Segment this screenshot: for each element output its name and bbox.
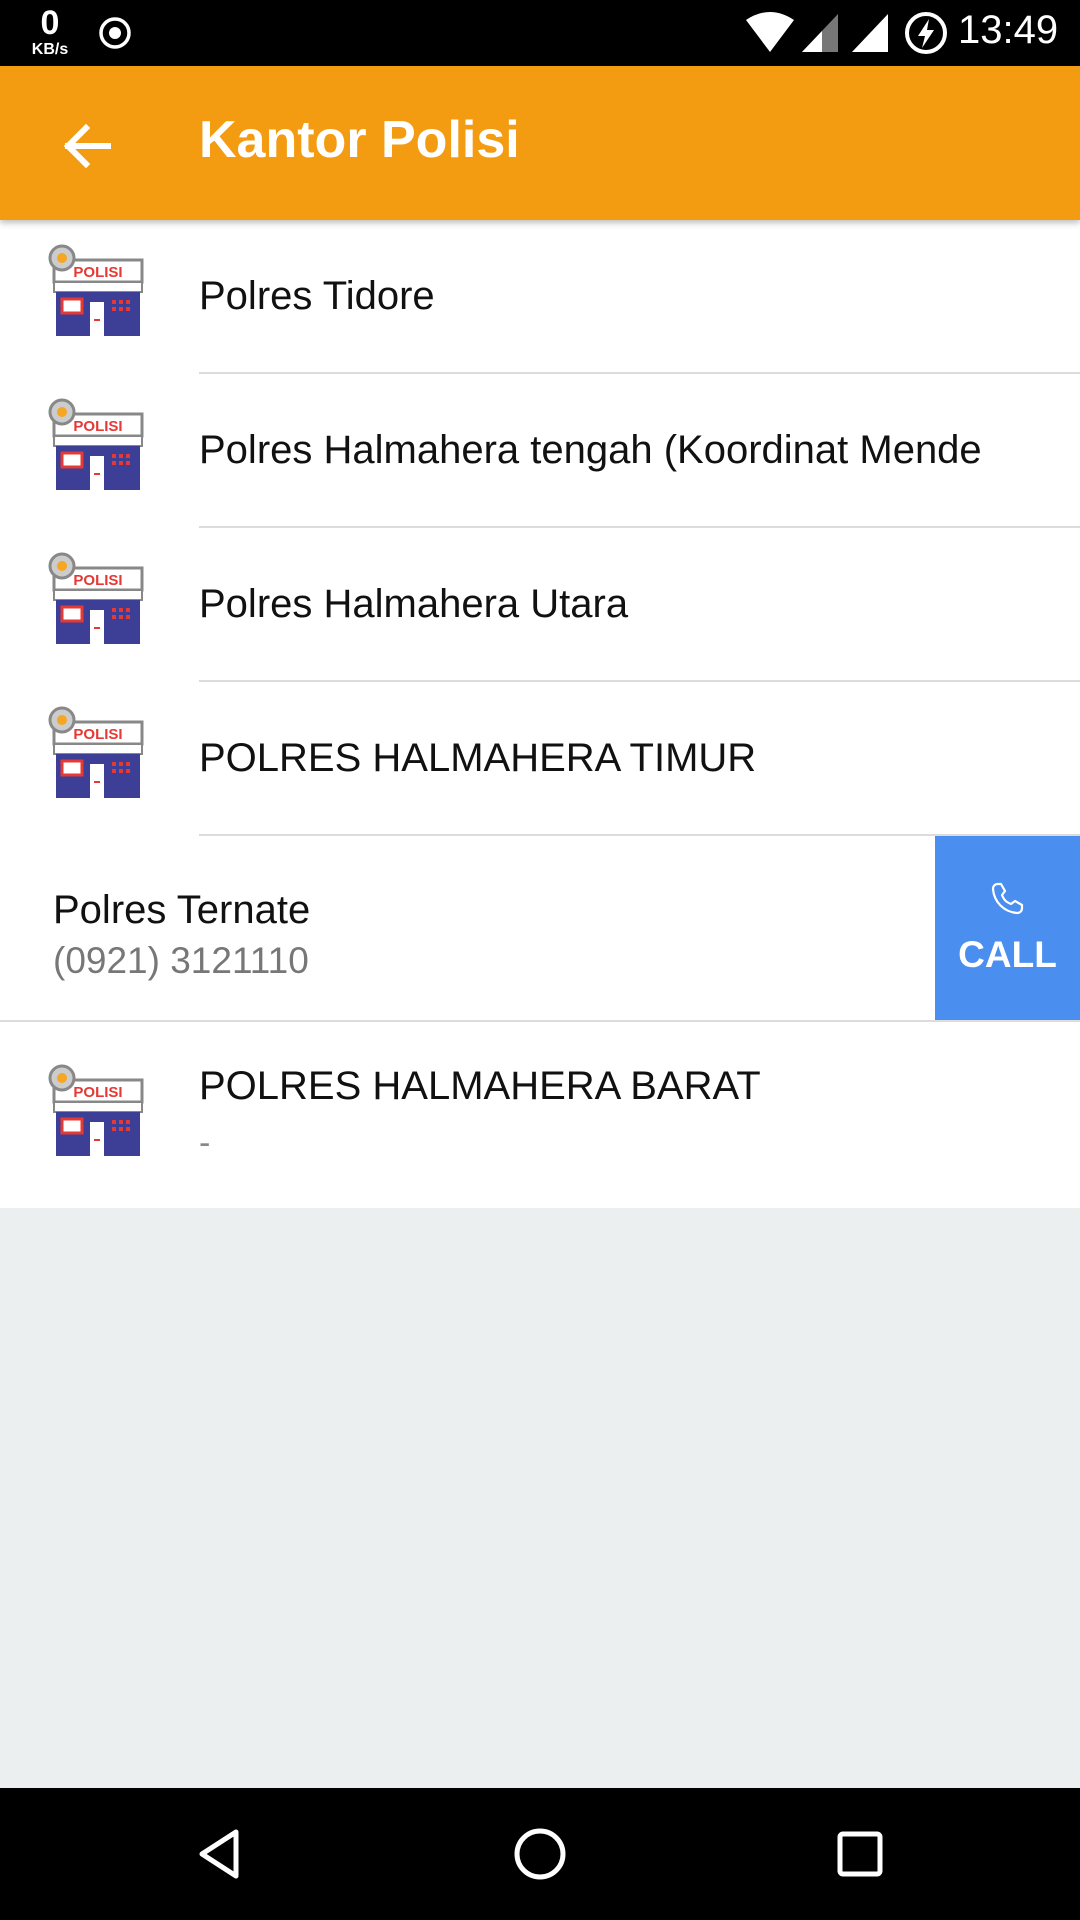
police-station-icon: POLISI — [48, 552, 144, 644]
call-button-label: CALL — [958, 934, 1057, 975]
svg-text:POLISI: POLISI — [73, 418, 122, 435]
police-station-icon: POLISI — [48, 244, 144, 336]
clock: 13:49 — [958, 8, 1059, 52]
network-speed-value: 0 — [40, 4, 60, 42]
svg-text:POLISI: POLISI — [73, 726, 122, 743]
battery-charging-icon — [905, 12, 947, 54]
svg-text:POLISI: POLISI — [73, 264, 122, 281]
home-circle-icon[interactable] — [510, 1824, 570, 1884]
network-speed-unit: KB/s — [31, 41, 69, 58]
station-name: Polres Tidore — [199, 274, 435, 318]
list-item[interactable]: POLISI Polres Halmahera Utara — [0, 528, 1080, 682]
police-station-list: POLISI Polres Tidore POLISI Polres Halma… — [0, 220, 1080, 1208]
back-triangle-icon[interactable] — [190, 1824, 250, 1884]
recents-square-icon[interactable] — [830, 1824, 890, 1884]
list-item-swiped[interactable]: Polres Ternate (0921) 3121110 CALL — [0, 836, 1080, 1022]
list-item[interactable]: POLISI Polres Halmahera tengah (Koordina… — [0, 374, 1080, 528]
station-name: Polres Halmahera tengah (Koordinat Mende — [199, 428, 982, 472]
system-nav-bar — [0, 1788, 1080, 1920]
svg-text:POLISI: POLISI — [73, 572, 122, 589]
station-phone: - — [199, 1124, 211, 1162]
phone-icon — [991, 882, 1024, 915]
call-button[interactable]: CALL — [935, 836, 1080, 1020]
network-speed: 0 KB/s — [22, 6, 78, 58]
station-name: Polres Halmahera Utara — [199, 582, 629, 626]
police-station-icon: POLISI — [48, 1064, 144, 1156]
signal-icon — [852, 14, 888, 52]
wifi-icon — [746, 12, 794, 52]
arrow-left-icon[interactable] — [50, 108, 126, 184]
station-phone: (0921) 3121110 — [53, 940, 309, 981]
station-name: POLRES HALMAHERA BARAT — [199, 1064, 761, 1108]
signal-icon — [802, 14, 838, 52]
station-name: POLRES HALMAHERA TIMUR — [199, 736, 757, 780]
svg-text:POLISI: POLISI — [73, 1084, 122, 1101]
station-name: Polres Ternate — [53, 888, 311, 932]
page-title: Kantor Polisi — [199, 111, 520, 169]
police-station-icon: POLISI — [48, 706, 144, 798]
list-item[interactable]: POLISI Polres Tidore — [0, 220, 1080, 374]
list-item[interactable]: POLISI POLRES HALMAHERA BARAT - — [0, 1022, 1080, 1208]
list-item[interactable]: POLISI POLRES HALMAHERA TIMUR — [0, 682, 1080, 836]
app-toolbar: Kantor Polisi — [0, 66, 1080, 220]
sync-icon — [99, 17, 131, 49]
police-station-icon: POLISI — [48, 398, 144, 490]
status-bar: 0 KB/s 13:49 — [0, 0, 1080, 66]
